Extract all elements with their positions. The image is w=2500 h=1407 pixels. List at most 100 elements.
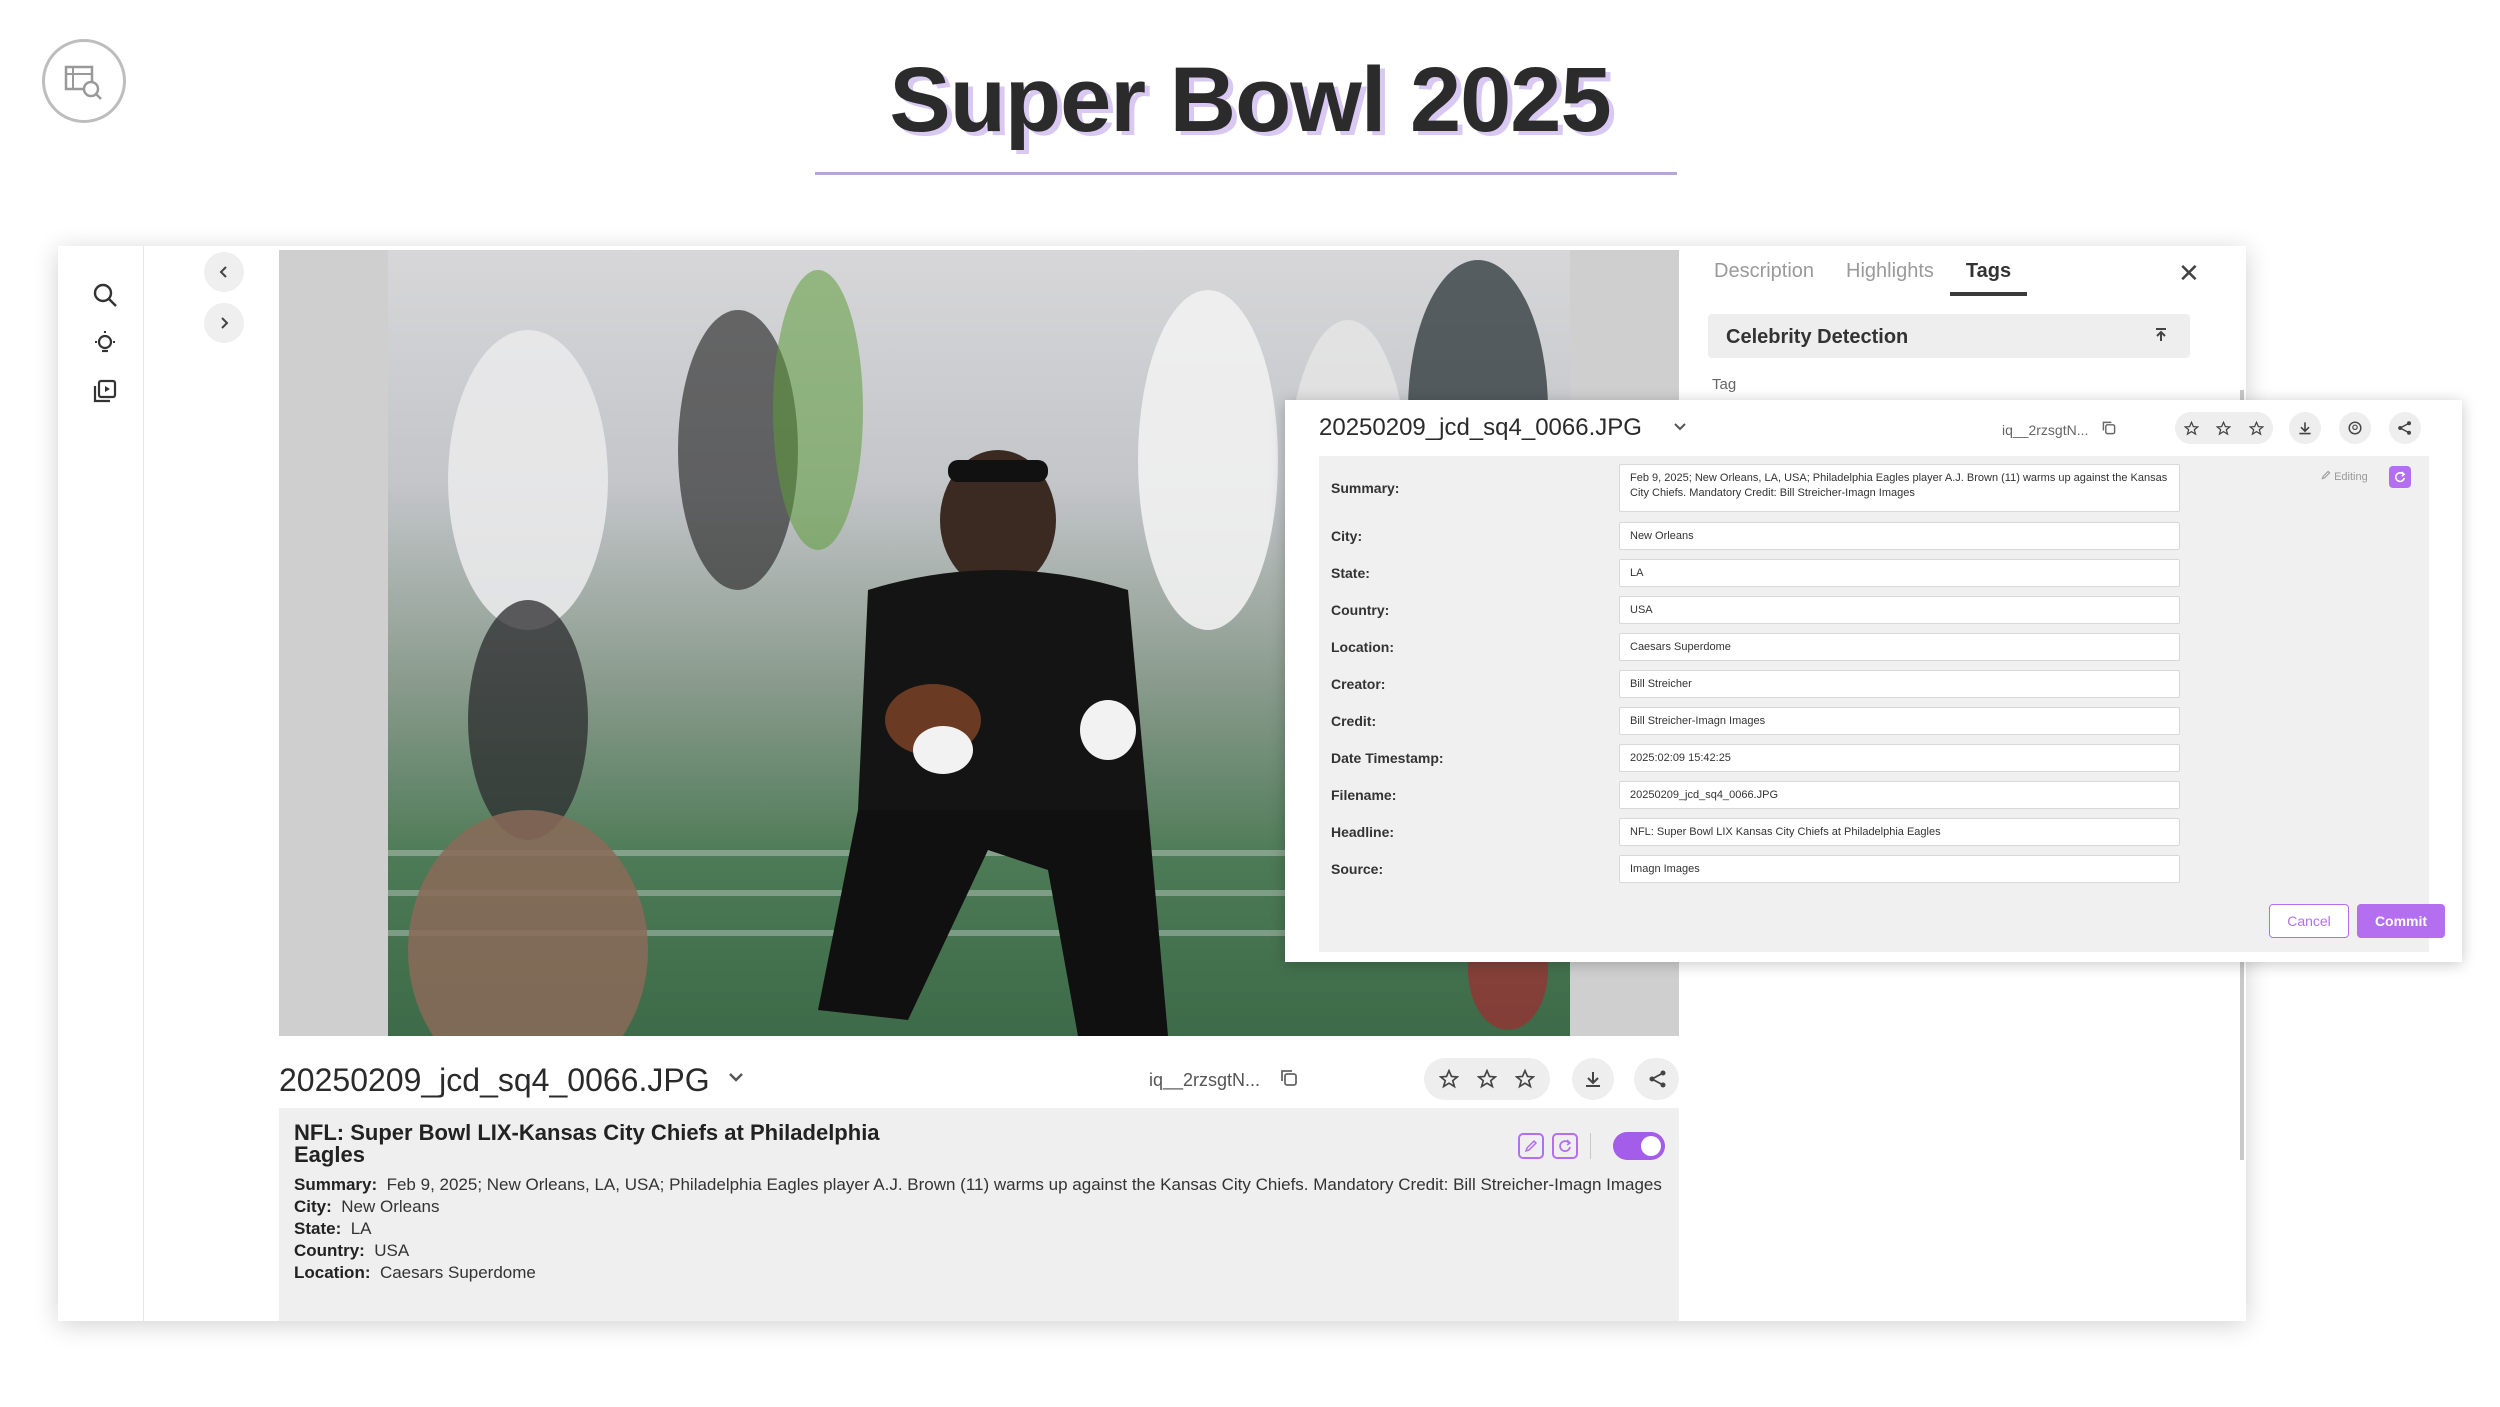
rating-stars[interactable]	[2175, 412, 2273, 444]
share-icon	[1649, 1070, 1666, 1088]
refresh-icon	[2395, 471, 2406, 483]
metadata-row: State: LA	[294, 1219, 372, 1238]
download-icon	[2299, 422, 2311, 435]
tab-highlights[interactable]: Highlights	[1830, 256, 1950, 296]
cancel-button[interactable]: Cancel	[2269, 904, 2349, 938]
field-row: Creator: Bill Streicher	[1319, 670, 2180, 698]
location-field[interactable]: Caesars Superdome	[1619, 633, 2180, 661]
tag-label: Tag	[1712, 376, 1737, 393]
divider	[1590, 1133, 1591, 1159]
refresh-icon	[1559, 1139, 1572, 1152]
metadata-headline: NFL: Super Bowl LIX-Kansas City Chiefs a…	[294, 1120, 880, 1167]
field-label: Date Timestamp:	[1331, 750, 1444, 766]
date-timestamp-field[interactable]: 2025:02:09 15:42:25	[1619, 744, 2180, 772]
editor-form: Summary: Feb 9, 2025; New Orleans, LA, U…	[1319, 456, 2445, 952]
metadata-editor: 20250209_jcd_sq4_0066.JPG iq__2rzsgtN...…	[1285, 400, 2462, 962]
next-button[interactable]	[204, 303, 244, 343]
field-row: City: New Orleans	[1319, 522, 2180, 550]
tab-bar: Description Highlights Tags	[1698, 256, 2028, 296]
summary-field[interactable]: Feb 9, 2025; New Orleans, LA, USA; Phila…	[1619, 464, 2180, 512]
celebrity-detection-accordion[interactable]: Celebrity Detection	[1708, 314, 2190, 358]
metadata-row: Location: Caesars Superdome	[294, 1263, 536, 1282]
refresh-button[interactable]	[2389, 466, 2411, 488]
asset-id: iq__2rzsgtN...	[1149, 1070, 1261, 1090]
field-label: Source:	[1331, 861, 1384, 877]
share-button[interactable]	[2389, 412, 2421, 444]
state-field[interactable]: LA	[1619, 559, 2180, 587]
media-library-icon[interactable]	[90, 376, 120, 406]
previous-button[interactable]	[204, 252, 244, 292]
city-field[interactable]: New Orleans	[1619, 522, 2180, 550]
share-button[interactable]	[1637, 1058, 1679, 1100]
search-icon[interactable]	[90, 280, 120, 310]
collapse-icon[interactable]	[2152, 326, 2170, 350]
headline-field[interactable]: NFL: Super Bowl LIX Kansas City Chiefs a…	[1619, 818, 2180, 846]
field-label: Headline:	[1331, 824, 1395, 840]
chevron-down-icon[interactable]	[1672, 418, 1688, 439]
download-button[interactable]	[1572, 1058, 1614, 1100]
field-row: Filename: 20250209_jcd_sq4_0066.JPG	[1319, 781, 2180, 809]
slide: Super Bowl 2025 20250209_jcd_sq4_0066.JP…	[0, 0, 2500, 1407]
metadata-row: City: New Orleans	[294, 1197, 440, 1216]
slide-title: Super Bowl 2025	[889, 49, 1611, 151]
close-icon[interactable]: ✕	[2178, 258, 2200, 289]
chevron-left-icon	[219, 266, 227, 278]
metadata-card: NFL: Super Bowl LIX-Kansas City Chiefs a…	[279, 1108, 1679, 1321]
star-icon[interactable]	[2183, 420, 2199, 436]
copy-icon[interactable]	[1279, 1068, 1299, 1093]
field-row: State: LA	[1319, 559, 2180, 587]
accordion-title: Celebrity Detection	[1726, 326, 1909, 348]
metadata-row: Summary: Feb 9, 2025; New Orleans, LA, U…	[294, 1175, 1662, 1194]
tab-description[interactable]: Description	[1698, 256, 1830, 296]
pencil-icon	[1524, 1139, 1538, 1153]
download-icon	[1586, 1072, 1600, 1087]
face-search-button[interactable]	[2339, 412, 2371, 444]
metadata-tools	[1518, 1132, 1665, 1160]
field-label: State:	[1331, 565, 1370, 581]
metadata-row: Country: USA	[294, 1241, 410, 1260]
field-row: Credit: Bill Streicher-Imagn Images	[1319, 707, 2180, 735]
asset-filename[interactable]: 20250209_jcd_sq4_0066.JPG	[279, 1062, 710, 1099]
star-icon[interactable]	[2249, 420, 2265, 436]
commit-button[interactable]: Commit	[2357, 904, 2445, 938]
source-field[interactable]: Imagn Images	[1619, 855, 2180, 883]
chevron-down-icon[interactable]	[725, 1066, 747, 1093]
copy-icon[interactable]	[2101, 420, 2117, 441]
face-scan-icon	[2348, 421, 2362, 435]
chevron-right-icon	[221, 317, 229, 329]
editing-label: Editing	[2334, 471, 2368, 483]
filename-field[interactable]: 20250209_jcd_sq4_0066.JPG	[1619, 781, 2180, 809]
tab-tags[interactable]: Tags	[1949, 256, 2028, 296]
star-icon[interactable]	[1477, 1069, 1497, 1089]
field-row: Country: USA	[1319, 596, 2180, 624]
field-label: Location:	[1331, 639, 1394, 655]
editing-indicator: Editing	[2321, 470, 2368, 483]
star-icon[interactable]	[1439, 1069, 1459, 1089]
rating-stars[interactable]	[1424, 1058, 1550, 1100]
star-icon[interactable]	[1515, 1069, 1535, 1089]
field-label: Filename:	[1331, 787, 1397, 803]
download-button[interactable]	[2289, 412, 2321, 444]
pencil-icon	[2321, 470, 2331, 480]
refresh-button[interactable]	[1552, 1133, 1578, 1159]
editor-asset-id: iq__2rzsgtN...	[2002, 422, 2089, 438]
field-label: Country:	[1331, 602, 1390, 618]
share-icon	[2398, 421, 2411, 435]
title-underline	[815, 172, 1677, 175]
field-row: Location: Caesars Superdome	[1319, 633, 2180, 661]
asset-header: 20250209_jcd_sq4_0066.JPG iq__2rzsgtN...	[279, 1052, 1679, 1108]
field-row: Date Timestamp: 2025:02:09 15:42:25	[1319, 744, 2180, 772]
field-row: Summary: Feb 9, 2025; New Orleans, LA, U…	[1319, 464, 2180, 512]
field-label: Summary:	[1331, 480, 1400, 496]
lightbulb-icon[interactable]	[90, 328, 120, 358]
credit-field[interactable]: Bill Streicher-Imagn Images	[1619, 707, 2180, 735]
metadata-toggle[interactable]	[1613, 1132, 1665, 1160]
editor-filename[interactable]: 20250209_jcd_sq4_0066.JPG	[1319, 414, 1642, 442]
field-label: Credit:	[1331, 713, 1377, 729]
field-row: Source: Imagn Images	[1319, 855, 2180, 883]
edit-button[interactable]	[1518, 1133, 1544, 1159]
country-field[interactable]: USA	[1619, 596, 2180, 624]
field-label: Creator:	[1331, 676, 1386, 692]
star-icon[interactable]	[2216, 420, 2232, 436]
creator-field[interactable]: Bill Streicher	[1619, 670, 2180, 698]
